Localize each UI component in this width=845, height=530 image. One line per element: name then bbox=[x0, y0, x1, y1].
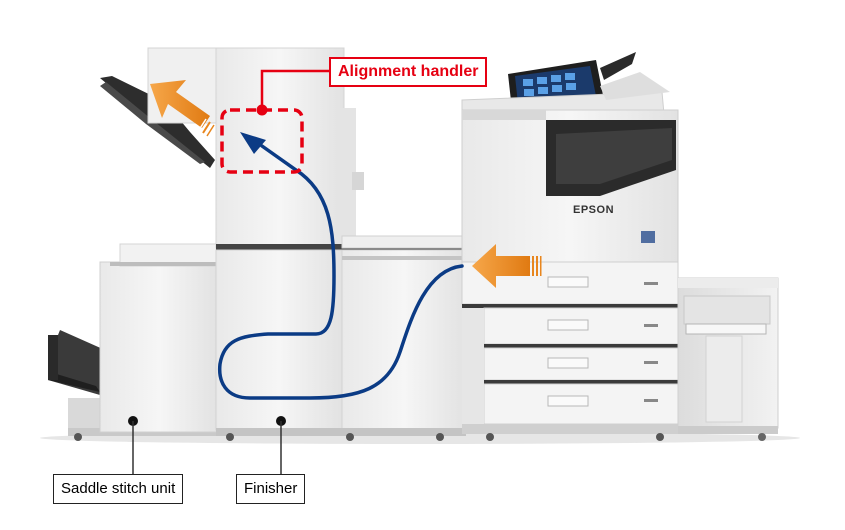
saddle-stitch-unit-label: Saddle stitch unit bbox=[53, 474, 184, 504]
drawer-handle-1 bbox=[547, 276, 589, 288]
finisher-label: Finisher bbox=[236, 474, 306, 504]
high-capacity-tray bbox=[677, 277, 779, 441]
drawer-handle-2 bbox=[547, 319, 589, 331]
drawer-handle-3 bbox=[547, 357, 589, 369]
alignment-handler-label: Alignment handler bbox=[329, 57, 488, 87]
hct-handle bbox=[685, 323, 767, 335]
main-printer: EPSON bbox=[461, 52, 679, 434]
brand-logo: EPSON bbox=[573, 204, 614, 216]
drawer-handle-4 bbox=[547, 395, 589, 407]
